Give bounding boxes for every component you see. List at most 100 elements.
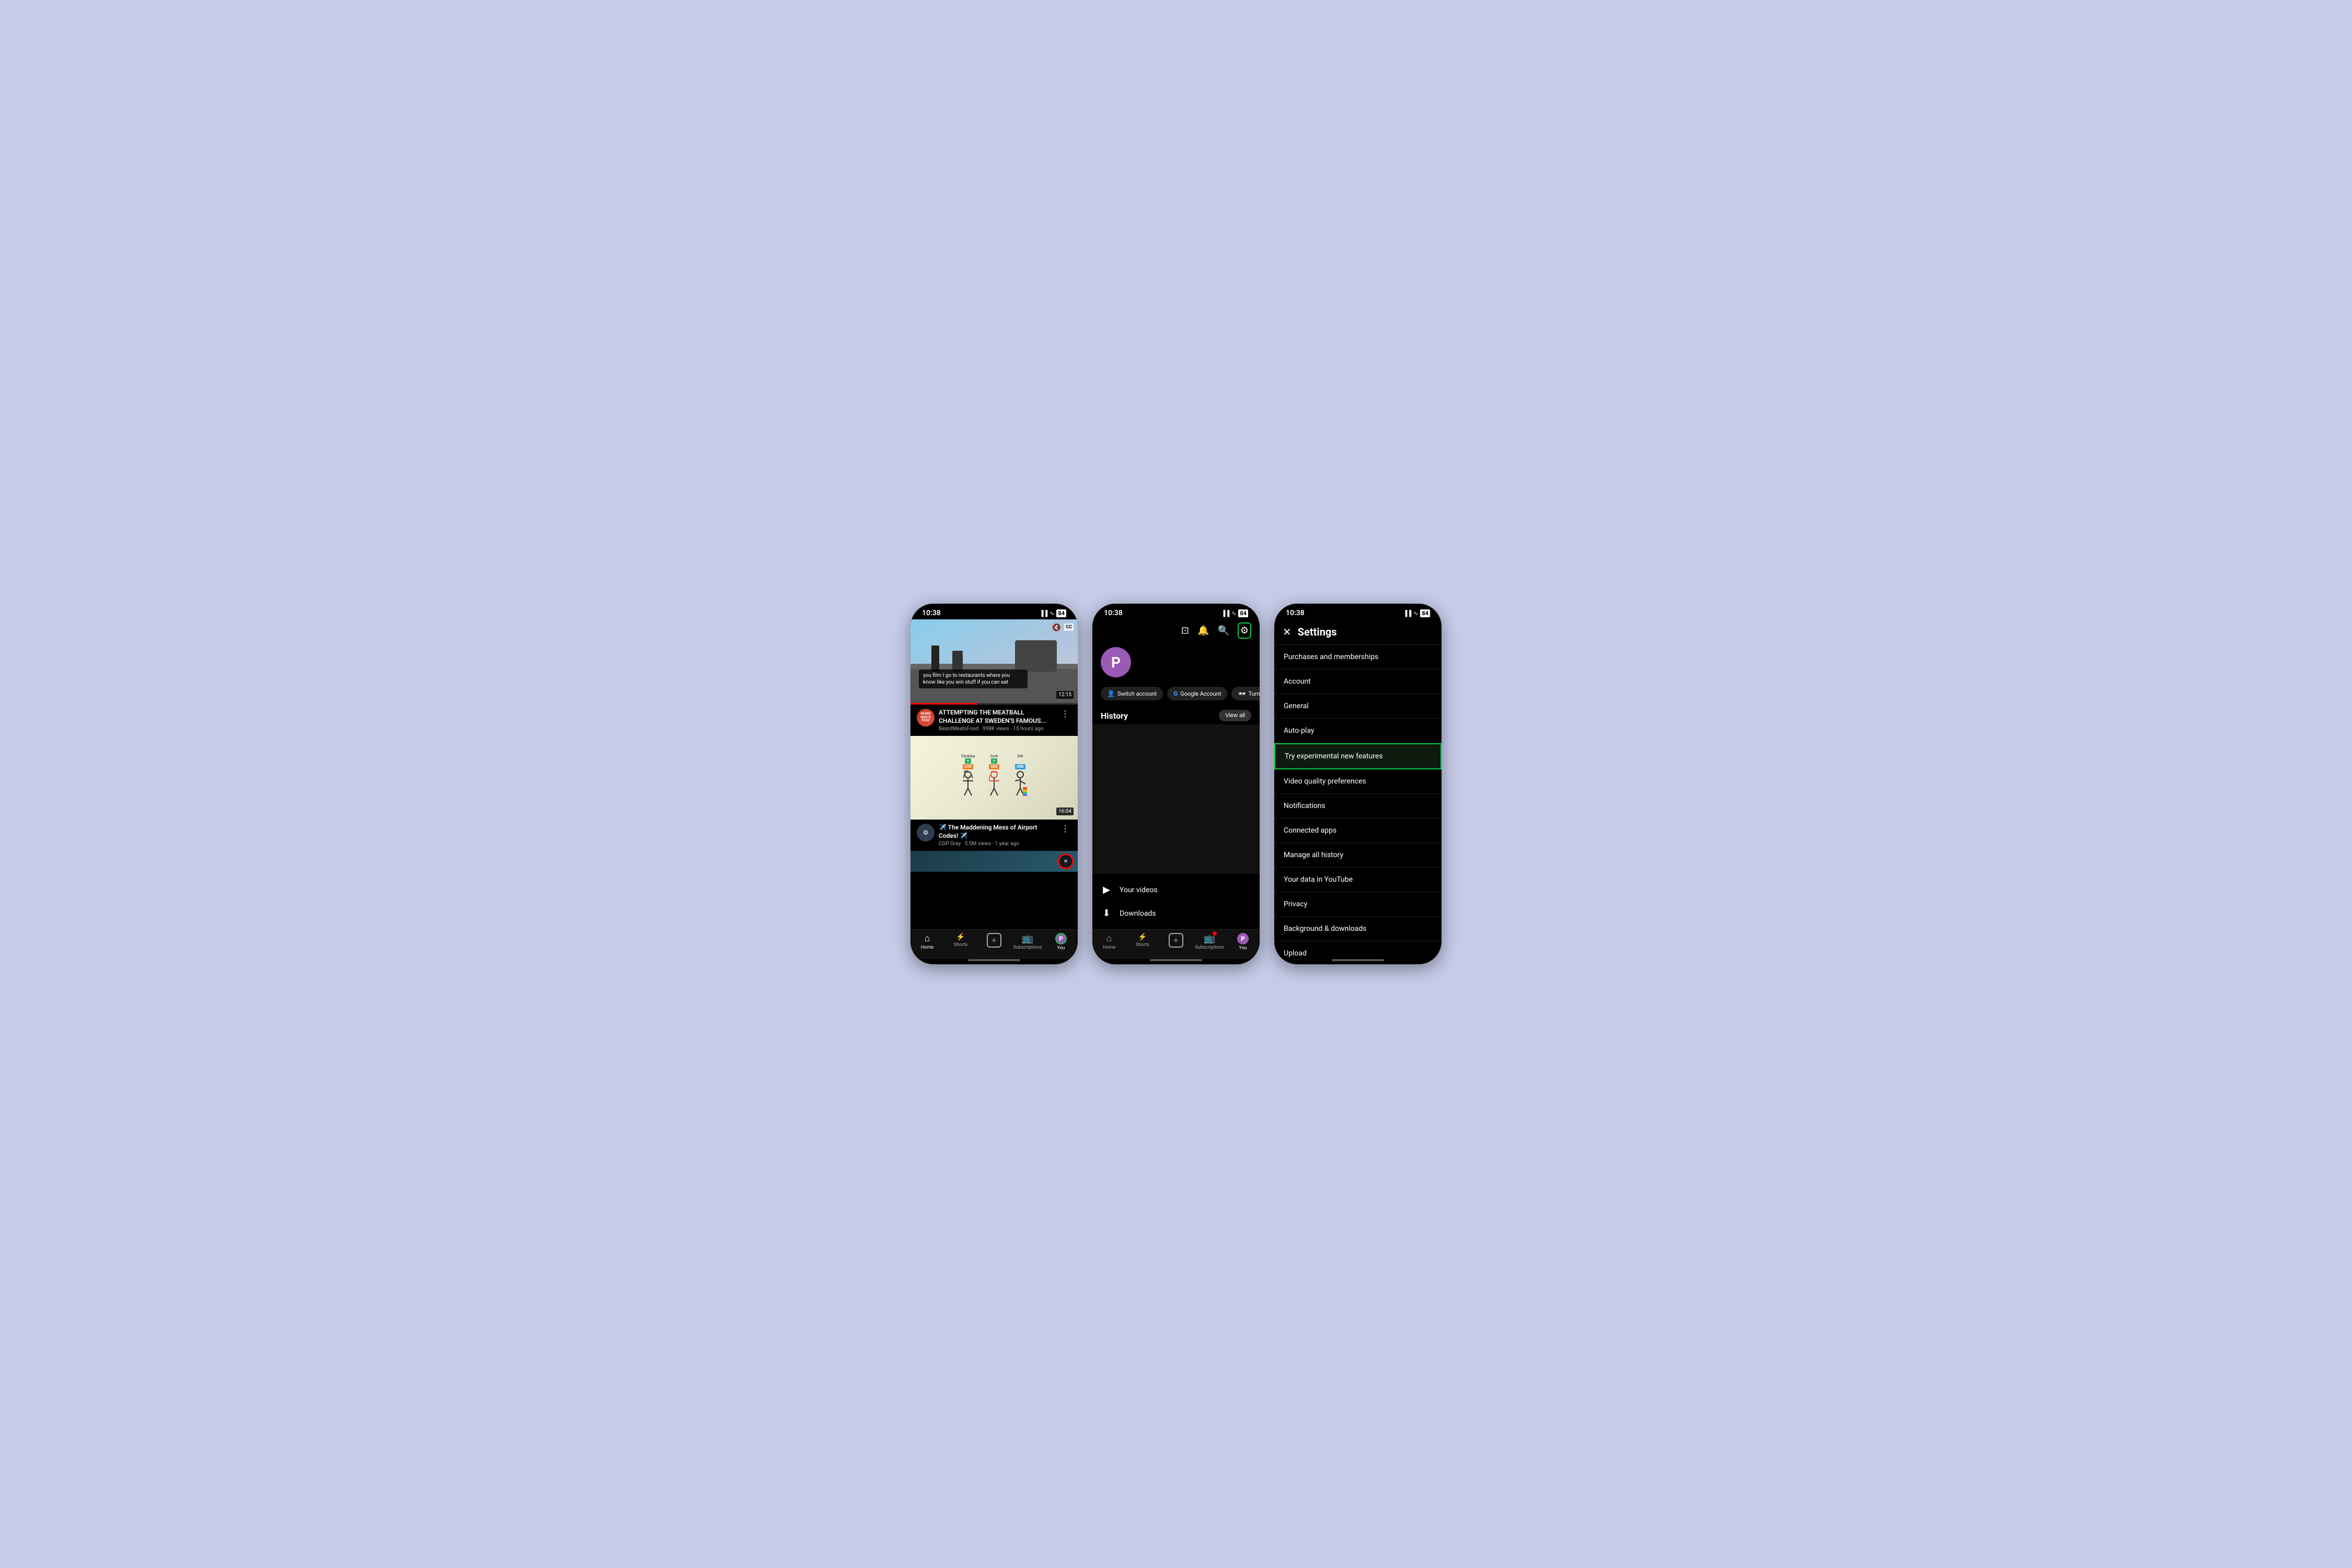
you-avatar-2: P <box>1237 933 1249 944</box>
settings-list: Purchases and memberships Account Genera… <box>1274 645 1442 959</box>
phone-2-profile: 10:38 ▐▐ ∿ 84 ⊡ 🔔 🔍 ⚙ P 👤 <box>1092 604 1260 964</box>
phone2-header: ⊡ 🔔 🔍 ⚙ <box>1092 619 1260 642</box>
gear-icon-highlighted[interactable]: ⚙ <box>1238 622 1251 639</box>
video-progress[interactable] <box>910 703 1078 705</box>
settings-autoplay[interactable]: Auto-play <box>1274 719 1442 743</box>
more-icon-2[interactable]: ⋮ <box>1059 824 1071 834</box>
subscriptions-label-2: Subscriptions <box>1195 945 1224 950</box>
incognito-label: Turn on Inc <box>1249 690 1260 697</box>
nav-home-1[interactable]: ⌂ Home <box>910 933 944 951</box>
home-indicator-1 <box>968 959 1020 961</box>
video-thumb-partial[interactable]: ✕ <box>910 851 1078 872</box>
add-button-2[interactable]: + <box>1169 933 1183 948</box>
subscriptions-icon-1: 📺 <box>1022 933 1033 944</box>
signal-icon-3: ▐▐ <box>1403 610 1412 617</box>
video-hero[interactable]: 🔇 CC you film I go to restaurants where … <box>910 619 1078 703</box>
video-overlay-text: you film I go to restaurants where you k… <box>919 670 1028 688</box>
menu-items-2: ▶ Your videos ⬇ Downloads <box>1092 874 1260 929</box>
settings-general[interactable]: General <box>1274 694 1442 719</box>
settings-manage-history[interactable]: Manage all history <box>1274 843 1442 868</box>
nav-subscriptions-2[interactable]: 📺 Subscriptions <box>1193 933 1226 951</box>
nav-you-2[interactable]: P You <box>1226 933 1260 951</box>
settings-upload[interactable]: Upload <box>1274 941 1442 959</box>
video-info-2: ✈️ The Maddening Mess of Airport Codes! … <box>939 824 1055 847</box>
nav-shorts-2[interactable]: ⚡ Shorts <box>1126 933 1159 951</box>
bottom-nav-2: ⌂ Home ⚡ Shorts + 📺 Subscriptions P You <box>1092 929 1260 959</box>
settings-header: ✕ Settings <box>1274 619 1442 645</box>
nav-add-1[interactable]: + <box>977 933 1011 951</box>
downloads-label: Downloads <box>1120 909 1156 918</box>
nav-add-2[interactable]: + <box>1159 933 1193 951</box>
nav-subscriptions-1[interactable]: 📺 Subscriptions <box>1011 933 1044 951</box>
channel-avatar-cgpgrey: ⚙ <box>917 824 935 841</box>
your-videos-item[interactable]: ▶ Your videos <box>1092 878 1260 902</box>
settings-back-button[interactable]: ✕ <box>1283 626 1292 638</box>
bell-icon[interactable]: 🔔 <box>1197 625 1209 636</box>
video-title-1: ATTEMPTING THE MEATBALL CHALLENGE AT SWE… <box>939 709 1055 725</box>
add-button-1[interactable]: + <box>987 933 1001 948</box>
home-indicator-3 <box>1332 959 1384 961</box>
nav-shorts-1[interactable]: ⚡ Shorts <box>944 933 977 951</box>
home-label-2: Home <box>1103 945 1115 950</box>
channel-avatar-beardmeats: BEARDMEATSFOOD <box>917 709 935 727</box>
video-thumbnail-2[interactable]: Córdoba ✈ COR <box>910 736 1078 820</box>
settings-connected-apps[interactable]: Connected apps <box>1274 818 1442 843</box>
view-all-button[interactable]: View all <box>1219 710 1251 721</box>
subscriptions-wrapper-2: 📺 <box>1204 933 1215 944</box>
video-meta-2: CGP Grey · 5.5M views · 1 year ago <box>939 841 1055 847</box>
phone3-screen: ✕ Settings Purchases and memberships Acc… <box>1274 619 1442 959</box>
switch-account-label: Switch account <box>1117 690 1157 697</box>
video-progress-fill <box>910 703 977 705</box>
spacer-1 <box>910 872 1078 929</box>
status-bar-1: 10:38 ▐▐ ∿ 84 <box>910 604 1078 619</box>
settings-background[interactable]: Background & downloads <box>1274 917 1442 941</box>
google-account-btn[interactable]: G Google Account <box>1167 687 1227 700</box>
account-buttons: 👤 Switch account G Google Account 🕶 Turn… <box>1092 683 1260 705</box>
status-time-2: 10:38 <box>1104 609 1123 617</box>
settings-notifications[interactable]: Notifications <box>1274 794 1442 818</box>
switch-account-btn[interactable]: 👤 Switch account <box>1101 687 1163 700</box>
nav-you-1[interactable]: P You <box>1044 933 1078 951</box>
wifi-icon-2: ∿ <box>1231 610 1236 617</box>
video-meta-1: BeardMeatsFood · 998K views · 15 hours a… <box>939 726 1055 732</box>
incognito-icon: 🕶 <box>1238 690 1246 697</box>
bottom-nav-1: ⌂ Home ⚡ Shorts + 📺 Subscriptions P You <box>910 929 1078 959</box>
your-videos-label: Your videos <box>1120 886 1158 894</box>
phone2-screen: ⊡ 🔔 🔍 ⚙ P 👤 Switch account G Google Acco… <box>1092 619 1260 929</box>
status-time-3: 10:38 <box>1286 609 1305 617</box>
settings-purchases[interactable]: Purchases and memberships <box>1274 645 1442 670</box>
video-timestamp: 12:15 <box>1056 691 1074 699</box>
google-account-label: Google Account <box>1180 690 1221 697</box>
search-icon[interactable]: 🔍 <box>1217 625 1229 636</box>
phone-1-video-feed: 10:38 ▐▐ ∿ 84 <box>910 604 1078 964</box>
history-section-header: History View all <box>1092 705 1260 724</box>
google-icon: G <box>1173 690 1178 697</box>
profile-section: P <box>1092 642 1260 683</box>
shorts-icon-1: ⚡ <box>956 933 965 941</box>
video-hero-bg <box>910 619 1078 703</box>
cast-icon[interactable]: ⊡ <box>1181 625 1189 636</box>
your-videos-icon: ▶ <box>1101 884 1112 895</box>
downloads-item[interactable]: ⬇ Downloads <box>1092 902 1260 925</box>
more-icon-1[interactable]: ⋮ <box>1059 709 1071 719</box>
status-icons-2: ▐▐ ∿ 84 <box>1221 609 1248 617</box>
settings-privacy[interactable]: Privacy <box>1274 892 1442 917</box>
notification-dot <box>1213 931 1217 936</box>
thumb2-timestamp: 16:04 <box>1056 808 1074 815</box>
wifi-icon-1: ∿ <box>1050 610 1054 617</box>
video-card-2[interactable]: ⚙ ✈️ The Maddening Mess of Airport Codes… <box>910 820 1078 851</box>
wifi-icon-3: ∿ <box>1413 610 1418 617</box>
settings-account[interactable]: Account <box>1274 670 1442 694</box>
settings-your-data[interactable]: Your data in YouTube <box>1274 868 1442 892</box>
phones-container: 10:38 ▐▐ ∿ 84 <box>910 604 1442 964</box>
nav-home-2[interactable]: ⌂ Home <box>1092 933 1126 951</box>
phone1-content: 🔇 CC you film I go to restaurants where … <box>910 619 1078 929</box>
video-card-1[interactable]: BEARDMEATSFOOD ATTEMPTING THE MEATBALL C… <box>910 705 1078 736</box>
settings-experimental[interactable]: Try experimental new features <box>1274 743 1442 769</box>
incognito-btn[interactable]: 🕶 Turn on Inc <box>1231 687 1260 700</box>
history-title: History <box>1101 711 1128 721</box>
stick-figure-ork: Ork ORK <box>1012 754 1028 797</box>
settings-video-quality[interactable]: Video quality preferences <box>1274 769 1442 794</box>
battery-2: 84 <box>1238 609 1248 617</box>
you-avatar-1: P <box>1055 933 1067 944</box>
